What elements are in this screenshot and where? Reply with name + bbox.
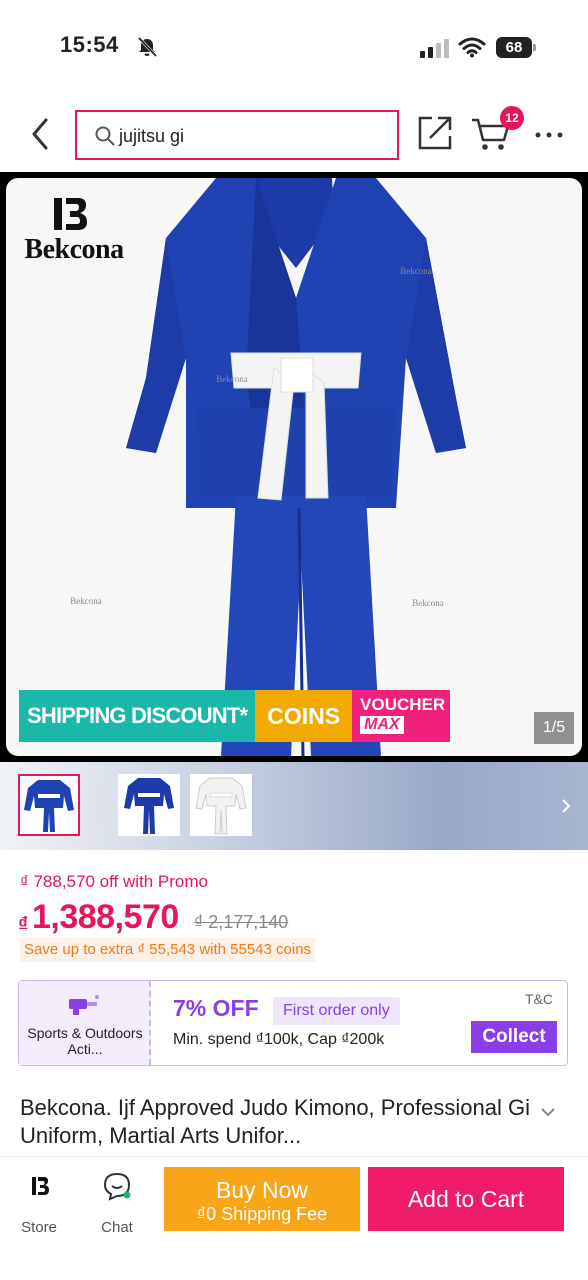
thumbnail-3[interactable] (190, 774, 252, 836)
coins-badge: COINS (255, 690, 353, 742)
voucher-card: Sports & Outdoors Acti... 7% OFF First o… (18, 980, 568, 1066)
chat-icon (103, 1172, 131, 1201)
price-currency: ₫ (18, 914, 29, 936)
status-time: 15:54 (60, 32, 119, 57)
buy-now-button[interactable]: Buy Now ₫0 Shipping Fee (164, 1167, 360, 1231)
search-input[interactable]: jujitsu gi (75, 110, 399, 160)
chat-button[interactable]: Chat (90, 1171, 144, 1236)
promo-banner: SHIPPING DISCOUNT* COINS VOUCHER MAX (19, 690, 451, 742)
bottom-action-bar: Store Chat Buy Now ₫0 Shipping Fee Add t… (0, 1156, 588, 1280)
share-icon[interactable] (416, 114, 454, 152)
current-price: 1,388,570 (32, 898, 179, 936)
buy-now-shipping: ₫0 Shipping Fee (196, 1204, 328, 1224)
voucher-badge-line1: VOUCHER (360, 695, 446, 714)
cart-badge: 12 (500, 106, 524, 130)
battery-icon: 68 (496, 37, 538, 58)
terms-link[interactable]: T&C (525, 991, 553, 1007)
brand-logo: Bekcona (14, 194, 134, 265)
battery-level: 68 (496, 37, 532, 58)
promo-discount-text: ₫ 788,570 off with Promo (20, 872, 208, 891)
product-image-carousel[interactable]: Bekcona Bekcona Bekcona Bekcona Bekcona … (0, 172, 588, 762)
chat-label: Chat (101, 1219, 133, 1236)
voucher-max-badge: VOUCHER MAX (352, 690, 451, 742)
signal-icon (420, 39, 449, 58)
voucher-category: Sports & Outdoors Acti... (19, 981, 151, 1065)
bell-muted-icon (137, 36, 158, 58)
more-icon[interactable] (534, 130, 564, 140)
voucher-category-icon (69, 995, 99, 1015)
collect-button[interactable]: Collect (471, 1021, 557, 1053)
search-icon (95, 126, 115, 146)
original-price: ₫ 2,177,140 (194, 912, 289, 932)
coins-savings: Save up to extra ₫ 55,543 with 55543 coi… (20, 938, 316, 962)
thumbnail-image (24, 780, 74, 832)
buy-now-label: Buy Now (215, 1177, 309, 1203)
top-nav: jujitsu gi 12 (0, 100, 588, 170)
watermark: Bekcona (70, 596, 102, 606)
image-counter: 1/5 (534, 712, 574, 744)
thumbnail-image (124, 778, 174, 834)
thumbnail-image (195, 777, 247, 835)
thumbnail-2[interactable] (118, 774, 180, 836)
brand-mark-icon (54, 198, 87, 230)
store-label: Store (21, 1219, 57, 1236)
store-logo-icon (32, 1177, 49, 1195)
thumbnail-strip (0, 762, 588, 850)
voucher-badge-line2: MAX (360, 716, 404, 734)
watermark: Bekcona (400, 266, 432, 276)
product-title: Bekcona. Ijf Approved Judo Kimono, Profe… (20, 1095, 530, 1148)
chevron-down-icon[interactable] (540, 1106, 556, 1118)
watermark: Bekcona (412, 598, 444, 608)
voucher-terms: Min. spend ₫100k, Cap ₫200k (173, 1031, 385, 1048)
add-to-cart-button[interactable]: Add to Cart (368, 1167, 564, 1231)
thumbnail-1[interactable] (18, 774, 80, 836)
product-image: Bekcona Bekcona Bekcona Bekcona Bekcona … (6, 178, 582, 756)
shipping-discount-badge: SHIPPING DISCOUNT* (19, 690, 256, 742)
chevron-right-icon[interactable] (556, 792, 576, 820)
search-query: jujitsu gi (119, 126, 185, 146)
watermark: Bekcona (216, 374, 248, 384)
status-bar: 15:54 68 (0, 0, 588, 96)
voucher-discount: 7% OFF (173, 995, 259, 1021)
voucher-condition-badge: First order only (273, 997, 400, 1025)
wifi-icon (458, 37, 486, 58)
back-arrow-icon[interactable] (24, 114, 56, 154)
store-button[interactable]: Store (12, 1171, 66, 1236)
brand-name: Bekcona (24, 234, 124, 265)
voucher-category-label: Sports & Outdoors Acti... (27, 1025, 143, 1057)
